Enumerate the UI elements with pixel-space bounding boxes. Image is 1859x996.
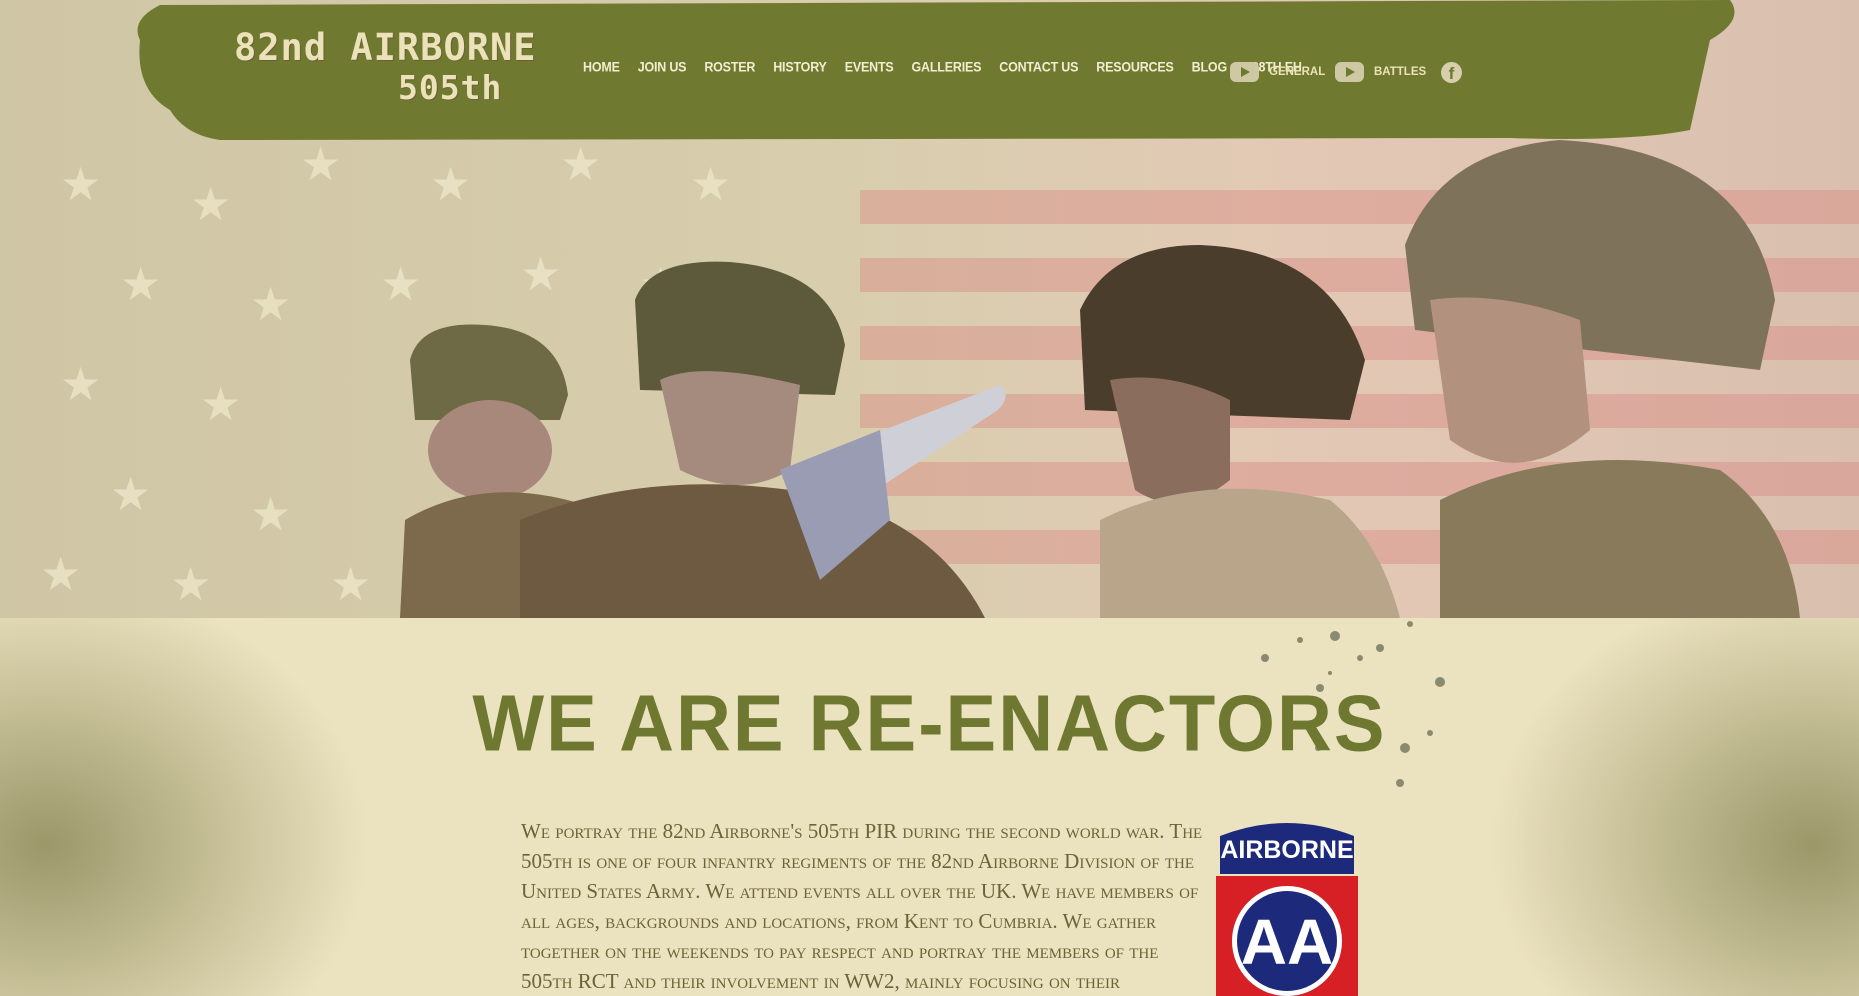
svg-text:★: ★ [560,137,601,191]
svg-text:★: ★ [300,137,341,191]
svg-text:★: ★ [200,377,241,431]
svg-text:★: ★ [40,547,81,601]
svg-text:★: ★ [60,157,101,211]
nav-blog[interactable]: Blog [1183,59,1236,74]
youtube-icon [1230,62,1259,82]
main-navigation: Home Join Us Roster History Events Galle… [574,59,1311,74]
svg-text:★: ★ [190,177,231,231]
page-headline: We Are Re-Enactors [472,678,1387,769]
svg-text:★: ★ [430,157,471,211]
nav-history[interactable]: History [764,59,835,74]
nav-roster[interactable]: Roster [695,59,764,74]
svg-text:★: ★ [330,557,371,611]
youtube-general-label: General [1269,66,1326,78]
youtube-general-link[interactable]: General [1230,62,1325,82]
hero-image: ★★★ ★★★ ★★★ ★★ ★★★ ★★★ ★★ 82nd AI [0,0,1859,618]
airborne-badge: AIRBORNE AA [1216,823,1358,996]
about-section: We Are Re-Enactors We portray the 82nd A… [0,618,1859,996]
site-logo-line2[interactable]: 505th [398,68,502,107]
badge-monogram: AA [1241,906,1333,978]
youtube-battles-label: Battles [1374,66,1427,78]
nav-galleries[interactable]: Galleries [903,59,991,74]
svg-text:★: ★ [60,357,101,411]
svg-text:★: ★ [120,257,161,311]
svg-text:★: ★ [250,487,291,541]
svg-text:★: ★ [520,247,561,301]
svg-text:★: ★ [380,257,421,311]
svg-text:★: ★ [170,557,211,611]
youtube-icon [1335,62,1364,82]
site-header: 82nd AIRBORNE 505th Home Join Us Roster … [130,0,1740,140]
facebook-icon[interactable]: f [1441,62,1462,83]
svg-text:★: ★ [250,277,291,331]
about-paragraph: We portray the 82nd Airborne's 505th PIR… [521,819,1203,993]
svg-text:★: ★ [110,467,151,521]
svg-text:★: ★ [690,157,731,211]
site-logo-line1[interactable]: 82nd AIRBORNE [234,26,537,69]
nav-join-us[interactable]: Join Us [629,59,696,74]
nav-resources[interactable]: Resources [1087,59,1182,74]
nav-events[interactable]: Events [836,59,903,74]
nav-contact-us[interactable]: Contact Us [990,59,1087,74]
youtube-battles-link[interactable]: Battles [1335,62,1426,82]
badge-tab-text: AIRBORNE [1220,836,1353,864]
nav-home[interactable]: Home [574,59,629,74]
